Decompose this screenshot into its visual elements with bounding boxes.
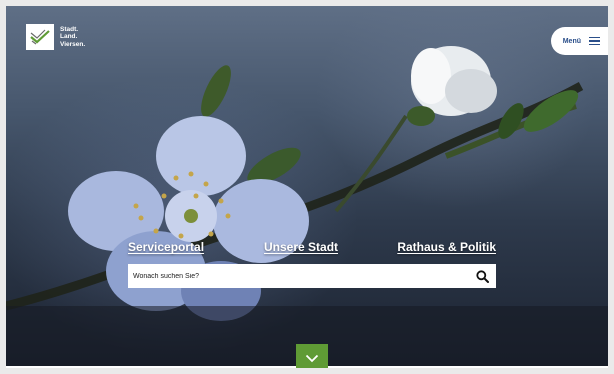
chevron-down-icon — [305, 354, 319, 362]
site-logo[interactable]: Stadt. Land. Viersen. — [26, 24, 85, 50]
page-frame: Stadt. Land. Viersen. Menü Serviceportal… — [6, 6, 608, 368]
menu-label: Menü — [562, 37, 581, 45]
nav-link-rathaus-politik[interactable]: Rathaus & Politik — [397, 240, 496, 254]
logo-wordmark: Stadt. Land. Viersen. — [60, 26, 85, 49]
blossom-photo — [6, 46, 608, 366]
nav-link-unsere-stadt[interactable]: Unsere Stadt — [264, 240, 338, 254]
logo-line: Viersen. — [60, 40, 86, 48]
hamburger-icon — [589, 36, 600, 46]
search-input[interactable] — [133, 272, 474, 280]
logo-line: Land. — [60, 33, 78, 41]
menu-button[interactable]: Menü — [550, 27, 608, 55]
nav-link-serviceportal[interactable]: Serviceportal — [128, 240, 204, 254]
search-bar — [128, 264, 496, 288]
hero-nav: Serviceportal Unsere Stadt Rathaus & Pol… — [128, 240, 496, 256]
hero-section: Stadt. Land. Viersen. Menü Serviceportal… — [6, 6, 608, 366]
logo-line: Stadt. — [60, 25, 79, 33]
checkmark-logo-icon — [26, 24, 54, 50]
search-icon[interactable] — [474, 268, 490, 284]
scroll-down-button[interactable] — [296, 344, 328, 368]
